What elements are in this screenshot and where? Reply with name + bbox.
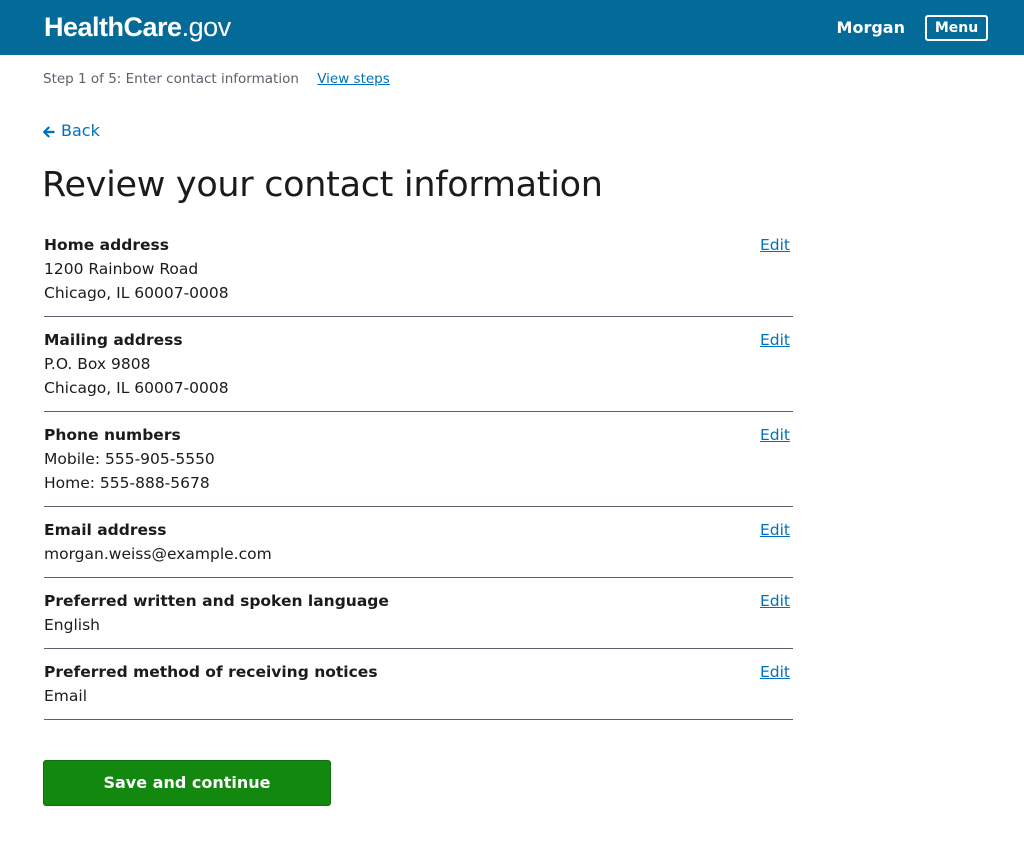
- review-row-home-address: Home address 1200 Rainbow Road Chicago, …: [44, 233, 793, 317]
- edit-preferred-language-link[interactable]: Edit: [760, 589, 790, 613]
- view-steps-link[interactable]: View steps: [317, 71, 390, 87]
- save-and-continue-button[interactable]: Save and continue: [43, 760, 331, 806]
- menu-button[interactable]: Menu: [925, 15, 988, 41]
- back-link[interactable]: Back: [42, 120, 100, 142]
- review-row-email-address: Email address morgan.weiss@example.com E…: [44, 507, 793, 578]
- review-row-value: Home: 555-888-5678: [44, 474, 210, 492]
- review-row-value: morgan.weiss@example.com: [44, 545, 272, 563]
- review-row-label: Email address: [44, 521, 167, 539]
- review-row-label: Preferred written and spoken language: [44, 592, 389, 610]
- review-row-notice-method: Preferred method of receiving notices Em…: [44, 649, 793, 720]
- logo-main-text: HealthCare: [44, 12, 182, 42]
- review-row-value: Chicago, IL 60007-0008: [44, 284, 229, 302]
- edit-mailing-address-link[interactable]: Edit: [760, 328, 790, 352]
- step-indicator: Step 1 of 5: Enter contact information V…: [43, 69, 390, 89]
- back-label: Back: [61, 121, 100, 140]
- review-row-label: Preferred method of receiving notices: [44, 663, 378, 681]
- arrow-left-icon: [42, 126, 55, 138]
- logo-tld-text: .gov: [181, 12, 232, 42]
- edit-phone-numbers-link[interactable]: Edit: [760, 423, 790, 447]
- page-title: Review your contact information: [42, 165, 603, 205]
- review-row-value: English: [44, 616, 100, 634]
- edit-home-address-link[interactable]: Edit: [760, 233, 790, 257]
- review-row-label: Home address: [44, 236, 169, 254]
- review-row-mailing-address: Mailing address P.O. Box 9808 Chicago, I…: [44, 317, 793, 412]
- review-row-label: Mailing address: [44, 331, 183, 349]
- healthcare-gov-logo[interactable]: HealthCare.gov: [44, 9, 231, 45]
- review-row-value: P.O. Box 9808: [44, 355, 151, 373]
- review-row-value: Chicago, IL 60007-0008: [44, 379, 229, 397]
- user-name[interactable]: Morgan: [837, 17, 905, 39]
- review-row-value: Mobile: 555-905-5550: [44, 450, 215, 468]
- contact-review-list: Home address 1200 Rainbow Road Chicago, …: [44, 233, 793, 720]
- review-row-preferred-language: Preferred written and spoken language En…: [44, 578, 793, 649]
- review-row-phone-numbers: Phone numbers Mobile: 555-905-5550 Home:…: [44, 412, 793, 507]
- review-row-value: 1200 Rainbow Road: [44, 260, 199, 278]
- edit-notice-method-link[interactable]: Edit: [760, 660, 790, 684]
- edit-email-address-link[interactable]: Edit: [760, 518, 790, 542]
- step-text: Step 1 of 5: Enter contact information: [43, 71, 299, 87]
- site-header: HealthCare.gov Morgan Menu: [0, 0, 1024, 55]
- review-row-label: Phone numbers: [44, 426, 181, 444]
- review-row-value: Email: [44, 687, 88, 705]
